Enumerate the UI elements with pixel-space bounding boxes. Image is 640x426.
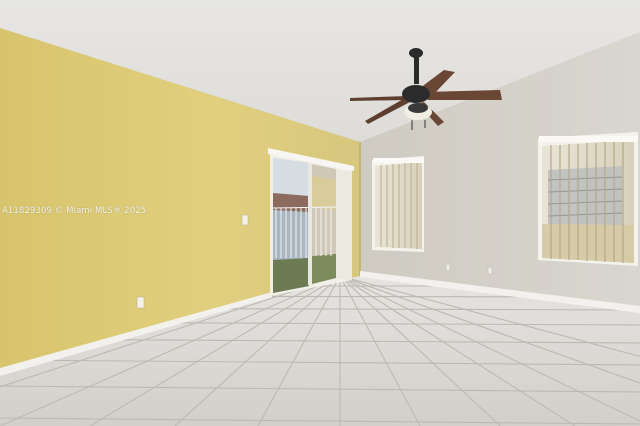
mls-watermark: A11829309 © Miami MLS® 2025 bbox=[2, 206, 147, 216]
window-blinds-left bbox=[372, 156, 424, 252]
light-switch-icon bbox=[241, 214, 249, 226]
window-blinds-right bbox=[538, 132, 638, 266]
room-photo: A11829309 © Miami MLS® 2025 bbox=[0, 0, 640, 426]
sliding-glass-door bbox=[268, 148, 354, 296]
power-outlet-icon bbox=[136, 296, 145, 309]
power-outlet-icon-right-2 bbox=[487, 266, 493, 275]
power-outlet-icon-right bbox=[445, 263, 451, 272]
